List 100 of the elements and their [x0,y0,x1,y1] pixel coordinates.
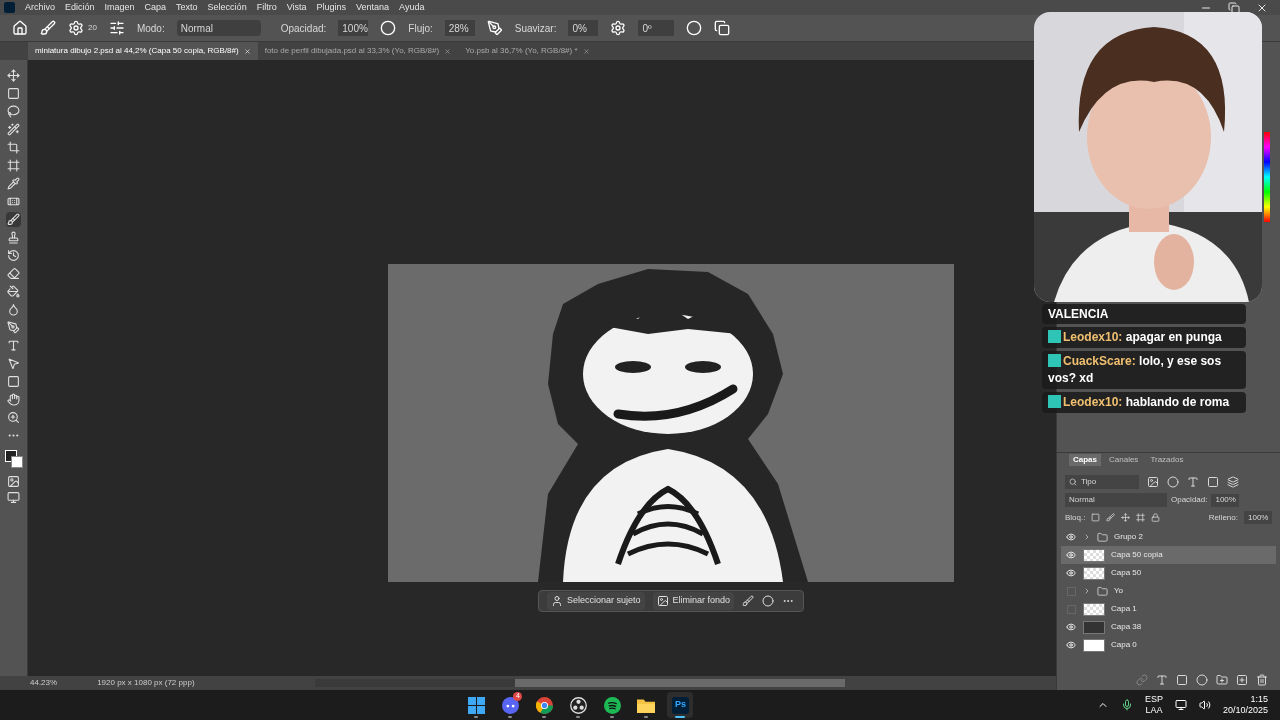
panel-tab[interactable]: Trazados [1146,454,1188,466]
shape-filter-icon[interactable] [1207,476,1219,488]
type-icon[interactable] [7,339,20,352]
adjustment-filter-icon[interactable] [1167,476,1179,488]
menu-item[interactable]: Ayuda [399,0,425,15]
mask-icon[interactable] [1176,674,1188,686]
zoom-icon[interactable] [7,411,20,424]
clock-date[interactable]: 20/10/2025 [1222,705,1268,716]
photoshop-app-icon[interactable]: Ps [671,696,689,714]
windows-logo-icon[interactable] [467,696,485,714]
lock-position-icon[interactable] [1121,513,1131,522]
volume-icon[interactable] [1198,699,1211,711]
quick-mask-icon[interactable] [7,475,20,488]
smart-object-filter-icon[interactable] [1227,476,1239,488]
symmetry-icon[interactable] [714,20,731,36]
layer-row[interactable]: Yo [1061,582,1276,600]
menu-item[interactable]: Vista [286,0,307,15]
eye-icon[interactable] [1066,532,1076,542]
marquee-icon[interactable] [7,87,20,100]
pressure-icon[interactable] [380,20,397,36]
lock-icon[interactable] [1151,513,1161,522]
new-layer-icon[interactable] [1236,674,1248,686]
language-indicator[interactable]: ESP [1144,694,1163,705]
layer-filter-dropdown[interactable]: Tipo [1065,475,1139,489]
eye-icon[interactable] [1066,550,1076,560]
recorder-icon[interactable] [569,696,587,714]
chevron-icon[interactable] [1083,587,1091,595]
settings-icon[interactable] [610,20,627,36]
panel-tab[interactable]: Capas [1069,454,1101,466]
lock-pixels-icon[interactable] [1091,513,1101,522]
brush-settings-icon[interactable] [108,20,125,36]
folder-icon[interactable] [637,697,656,713]
rectangle-icon[interactable] [7,375,20,388]
angle-field[interactable]: 0º [638,20,675,36]
brush-icon[interactable] [40,20,56,36]
lock-brush-icon[interactable] [1106,513,1116,522]
color-swatches[interactable] [4,450,23,468]
pressure-size-icon[interactable] [686,20,703,36]
menu-item[interactable]: Ventana [356,0,390,15]
layer-row[interactable]: Capa 1 [1061,600,1276,618]
brush-icon[interactable] [742,595,755,607]
select-subject-button[interactable]: Seleccionar sujeto [547,592,645,610]
document-tab[interactable]: foto de perfil dibujada.psd al 33,3% (Yo, RGB/8#) [257,42,459,60]
remove-background-button[interactable]: Eliminar fondo [652,592,735,610]
eye-icon[interactable] [1066,622,1076,632]
pen-icon[interactable] [7,321,20,334]
eye-icon[interactable] [1066,568,1076,578]
smoothing-field[interactable]: 0% [568,20,599,36]
eraser-icon[interactable] [7,267,20,280]
layer-row[interactable]: Capa 50 copia [1061,546,1276,564]
layer-row[interactable]: Capa 0 [1061,636,1276,654]
panel-tab[interactable]: Canales [1105,454,1143,466]
close-icon[interactable] [243,47,251,55]
layer-row[interactable]: Grupo 2 [1061,528,1276,546]
horizontal-scrollbar[interactable] [314,679,845,687]
stamp-icon[interactable] [7,231,20,244]
bandage-icon[interactable] [7,195,20,208]
hand-icon[interactable] [7,393,20,406]
eye-icon[interactable] [1066,640,1076,650]
blend-mode-dropdown[interactable]: Normal [1065,493,1167,507]
home-icon[interactable] [12,20,28,36]
document-tab[interactable]: miniatura dibujo 2.psd al 44,2% (Capa 50 copia, RGB/8#) [28,42,258,60]
magic-wand-icon[interactable] [7,123,20,136]
document-tab[interactable]: Yo.psb al 36,7% (Yo, RGB/8#) * [458,42,597,60]
type-filter-icon[interactable] [1187,476,1199,488]
menu-item[interactable]: Plugins [316,0,347,15]
browser-icon[interactable] [535,696,553,714]
layer-row[interactable]: Capa 38 [1061,618,1276,636]
restore-icon[interactable] [1228,1,1240,14]
brush-icon[interactable] [7,213,20,226]
menu-item[interactable]: Capa [144,0,167,15]
frame-icon[interactable] [7,159,20,172]
adjustment-icon[interactable] [762,595,775,607]
chat-app-icon[interactable] [501,696,519,714]
opacity-field[interactable]: 100% [338,20,369,36]
crop-icon[interactable] [7,141,20,154]
keyboard-layout[interactable]: LAA [1145,705,1163,716]
trash-icon[interactable] [1256,674,1268,686]
network-icon[interactable] [1174,699,1187,711]
mode-dropdown[interactable]: Normal [176,20,261,36]
lock-artboard-icon[interactable] [1136,513,1146,522]
paint-bucket-icon[interactable] [7,285,20,298]
droplet-icon[interactable] [7,303,20,316]
screen-mode-icon[interactable] [7,491,20,504]
opacity-field[interactable]: 100% [1211,493,1240,507]
adjustment-layer-icon[interactable] [1196,674,1208,686]
menu-item[interactable]: Filtro [256,0,277,15]
layer-row[interactable]: Capa 50 [1061,564,1276,582]
eyedropper-icon[interactable] [7,177,20,190]
menu-item[interactable]: Imagen [104,0,135,15]
flow-field[interactable]: 28% [444,20,475,36]
lasso-icon[interactable] [7,105,20,118]
music-app-icon[interactable] [603,696,621,714]
clock-time[interactable]: 1:15 [1250,694,1268,705]
airbrush-icon[interactable] [486,20,503,36]
microphone-icon[interactable] [1120,699,1133,711]
fill-field[interactable]: 100% [1244,511,1272,524]
move-icon[interactable] [7,69,20,82]
chevron-icon[interactable] [1083,533,1091,541]
menu-item[interactable]: Texto [176,0,198,15]
